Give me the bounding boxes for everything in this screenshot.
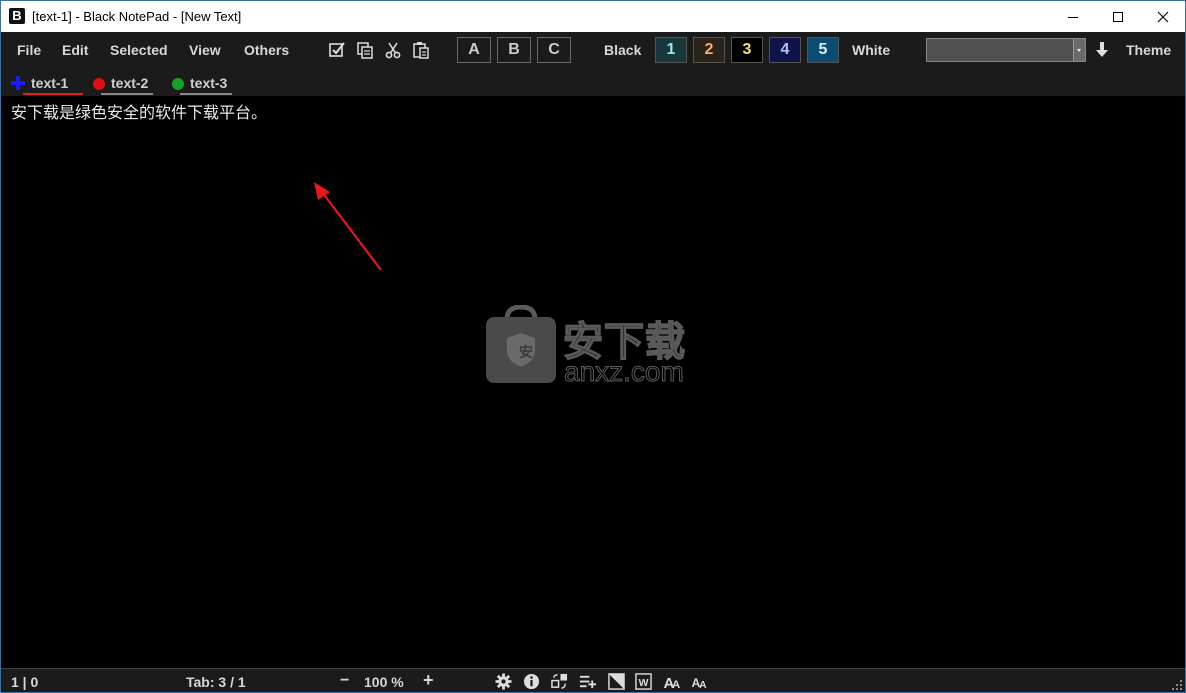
font-increase-icon[interactable]: A A	[663, 673, 682, 690]
close-button[interactable]	[1140, 1, 1185, 32]
menu-selected[interactable]: Selected	[110, 42, 168, 58]
tab-label: text-1	[31, 75, 69, 91]
swap-icon[interactable]	[551, 673, 568, 690]
plus-icon	[11, 76, 25, 90]
tab-text-1[interactable]: text-1	[11, 74, 83, 95]
tab-label: text-3	[190, 75, 228, 91]
dot-icon	[172, 78, 184, 90]
word-wrap-icon[interactable]: W	[635, 673, 652, 690]
tab-text-2[interactable]: text-2	[93, 74, 155, 95]
info-icon[interactable]	[523, 673, 540, 690]
theme-4-button[interactable]: 4	[769, 37, 801, 63]
slot-a-button[interactable]: A	[457, 37, 491, 63]
zoom-out-button[interactable]: −	[340, 672, 349, 690]
resize-grip-icon[interactable]	[1172, 680, 1182, 690]
annotation-arrow	[314, 182, 382, 271]
menu-file[interactable]: File	[17, 42, 41, 58]
gear-icon[interactable]	[495, 673, 512, 690]
tab-label: text-2	[111, 75, 149, 91]
cut-icon[interactable]	[384, 41, 402, 59]
minimize-button[interactable]	[1050, 1, 1095, 32]
svg-text:A: A	[699, 680, 707, 690]
white-theme-label[interactable]: White	[852, 42, 890, 58]
close-icon	[1157, 11, 1168, 22]
svg-text:A: A	[672, 679, 680, 690]
black-theme-label[interactable]: Black	[604, 42, 641, 58]
tab-underline	[180, 93, 232, 95]
editor-content[interactable]: 安下载是绿色安全的软件下载平台。	[11, 99, 267, 123]
check-square-icon[interactable]	[328, 41, 346, 59]
menu-others[interactable]: Others	[244, 42, 289, 58]
maximize-icon	[1112, 11, 1123, 22]
theme-1-button[interactable]: 1	[655, 37, 687, 63]
toolbar: File Edit Selected View Others A B C Bla…	[1, 32, 1185, 69]
invert-icon[interactable]	[608, 673, 625, 690]
dot-icon	[93, 78, 105, 90]
paste-icon[interactable]	[412, 41, 430, 59]
theme-label[interactable]: Theme	[1126, 42, 1171, 58]
maximize-button[interactable]	[1095, 1, 1140, 32]
status-bar: 1 | 0 Tab: 3 / 1 − 100 % + W A A A A	[1, 668, 1185, 692]
tab-text-3[interactable]: text-3	[172, 74, 234, 95]
text-editor[interactable]: 安下载是绿色安全的软件下载平台。 安 安下载 anxz.com	[1, 96, 1185, 667]
zoom-level: 100 %	[364, 674, 404, 690]
theme-2-button[interactable]: 2	[693, 37, 725, 63]
list-add-icon[interactable]	[579, 673, 596, 690]
title-bar: B [text-1] - Black NotePad - [New Text]	[1, 1, 1185, 32]
tab-underline	[101, 93, 153, 95]
tab-info: Tab: 3 / 1	[186, 674, 246, 690]
copy-icon[interactable]	[356, 41, 374, 59]
watermark-shield-char: 安	[519, 345, 533, 361]
zoom-in-button[interactable]: +	[423, 670, 434, 691]
cursor-position: 1 | 0	[11, 674, 39, 690]
minimize-icon	[1067, 16, 1078, 18]
slot-b-button[interactable]: B	[497, 37, 531, 63]
font-decrease-icon[interactable]: A A	[691, 673, 710, 690]
app-icon: B	[9, 8, 25, 24]
tab-underline	[23, 93, 83, 95]
slot-c-button[interactable]: C	[537, 37, 571, 63]
theme-select[interactable]	[926, 38, 1086, 62]
window-title: [text-1] - Black NotePad - [New Text]	[32, 9, 242, 24]
menu-edit[interactable]: Edit	[62, 42, 88, 58]
theme-5-button[interactable]: 5	[807, 37, 839, 63]
menu-view[interactable]: View	[189, 42, 221, 58]
tab-bar: text-1 text-2 text-3	[1, 69, 1185, 96]
app-window: B [text-1] - Black NotePad - [New Text] …	[0, 0, 1186, 693]
theme-3-button[interactable]: 3	[731, 37, 763, 63]
download-arrow-icon[interactable]	[1094, 41, 1110, 59]
watermark-domain: anxz.com	[564, 356, 685, 388]
svg-text:W: W	[639, 678, 649, 689]
watermark-logo: 安 安下载 anxz.com	[485, 305, 705, 388]
chevron-down-icon	[1073, 39, 1085, 61]
